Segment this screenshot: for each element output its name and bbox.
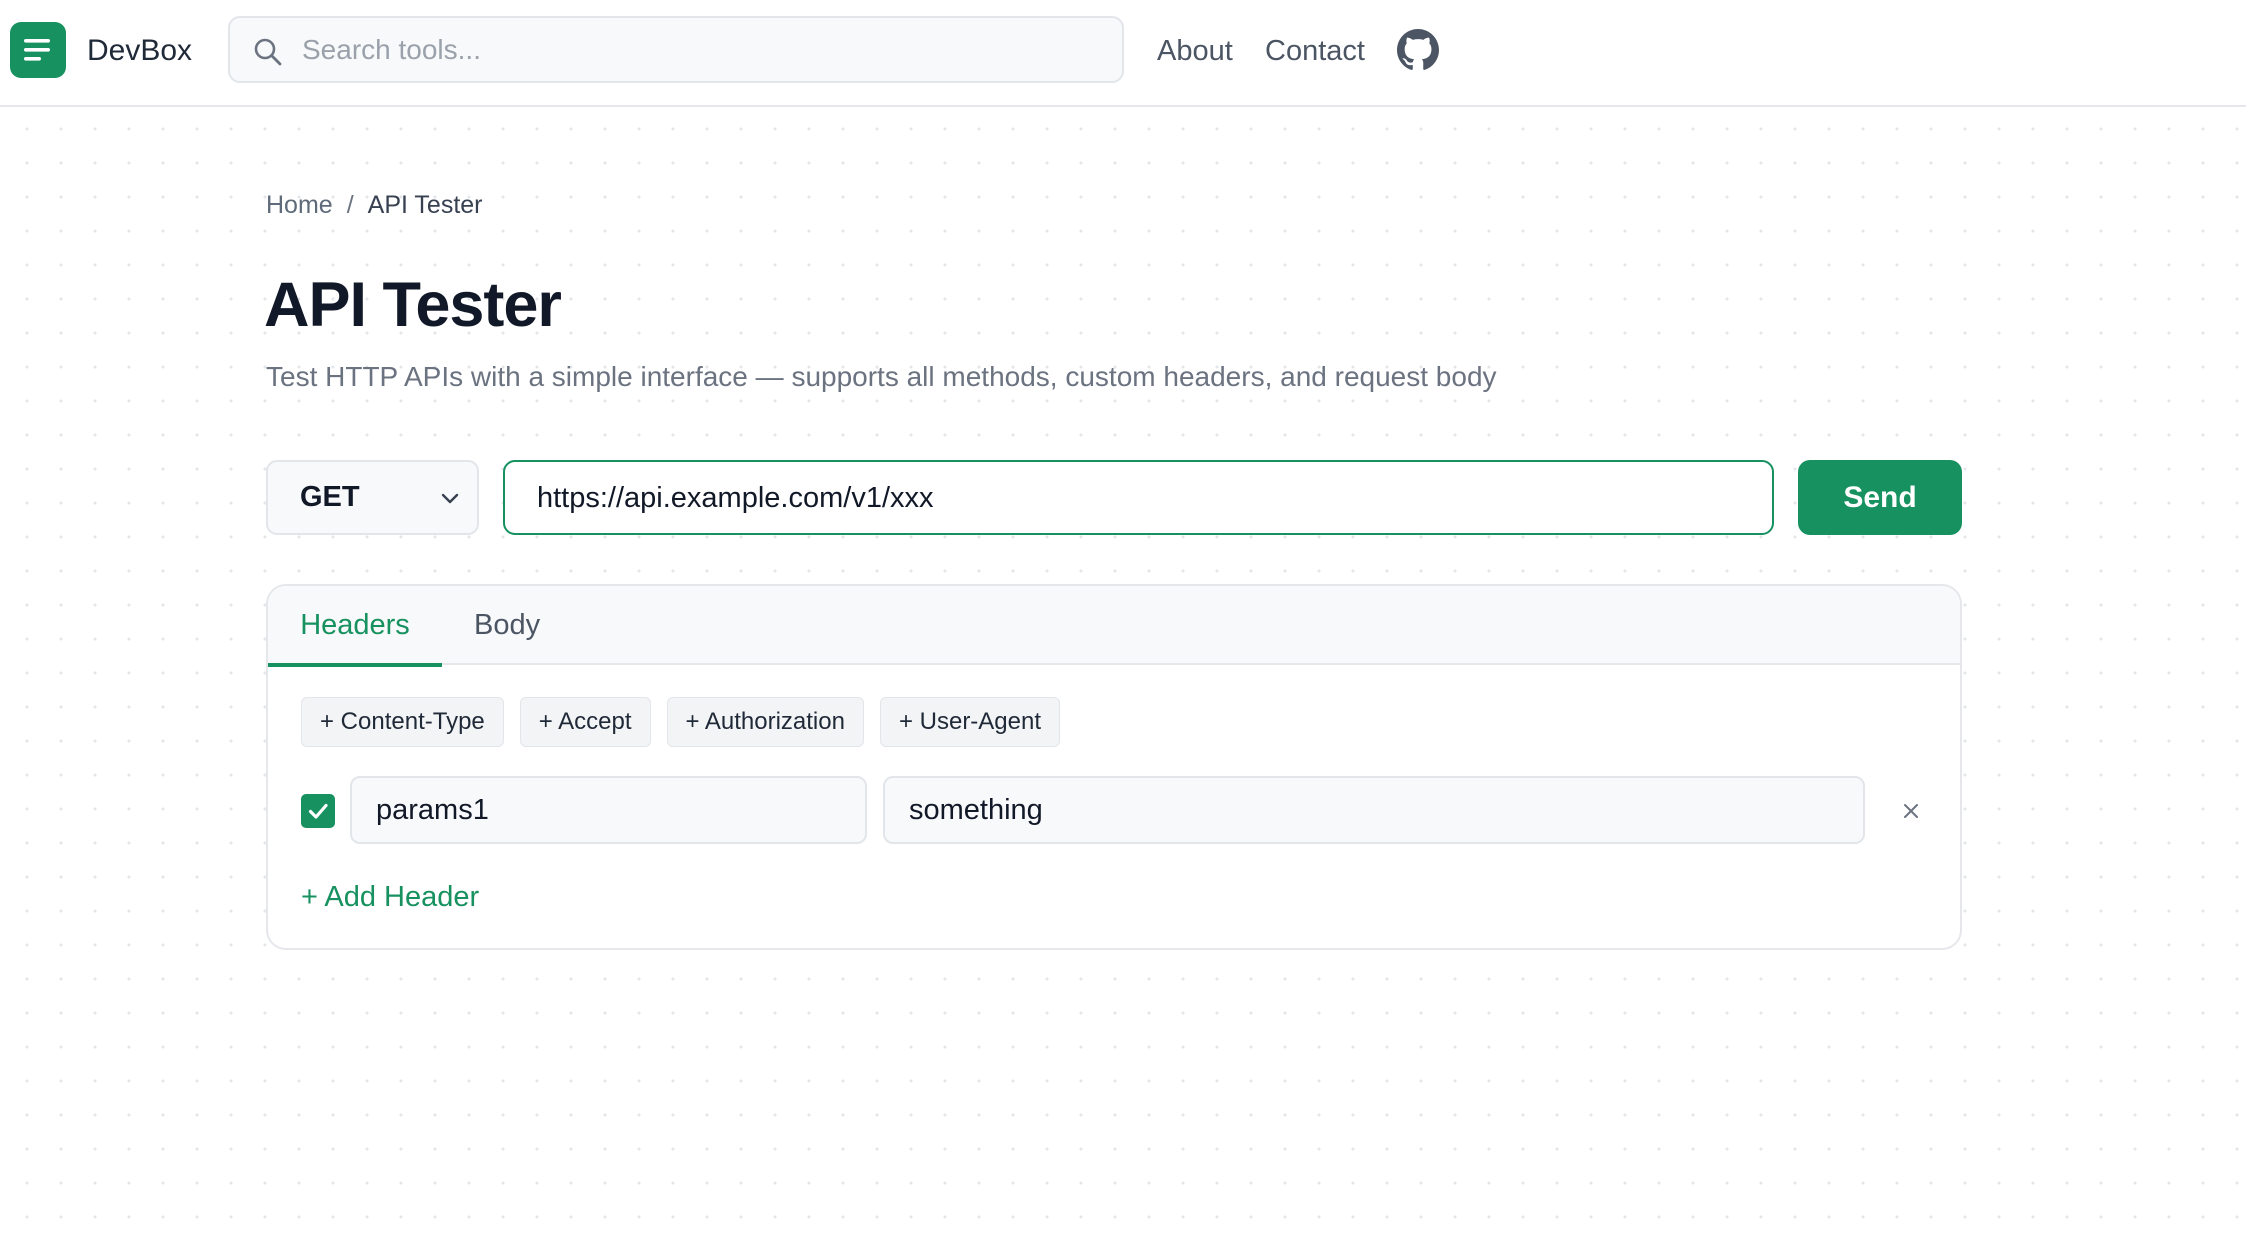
close-icon bbox=[1904, 804, 1918, 818]
header-presets: + Content-Type + Accept + Authorization … bbox=[301, 697, 1061, 747]
breadcrumb-separator: / bbox=[346, 191, 354, 219]
nav-link-contact[interactable]: Contact bbox=[1265, 31, 1365, 71]
brand-name[interactable]: DevBox bbox=[87, 31, 192, 71]
send-button[interactable]: Send bbox=[1798, 460, 1962, 535]
header-enabled-checkbox[interactable] bbox=[301, 794, 335, 828]
breadcrumb-current: API Tester bbox=[367, 191, 483, 219]
header-key-field[interactable] bbox=[350, 776, 867, 844]
preset-authorization-button[interactable]: + Authorization bbox=[666, 697, 864, 747]
method-select[interactable]: GET bbox=[266, 460, 479, 535]
search-icon bbox=[254, 38, 282, 66]
header-value-field[interactable] bbox=[883, 776, 1865, 844]
page-subtitle: Test HTTP APIs with a simple interface —… bbox=[266, 361, 1497, 392]
search-input[interactable] bbox=[302, 28, 1102, 72]
tab-body[interactable]: Body bbox=[474, 586, 574, 665]
preset-content-type-button[interactable]: + Content-Type bbox=[301, 697, 504, 747]
header-row bbox=[268, 776, 1960, 844]
breadcrumb-home-link[interactable]: Home bbox=[266, 188, 333, 222]
request-options-card: Headers Body + Content-Type + Accept + A… bbox=[266, 584, 1962, 950]
preset-user-agent-button[interactable]: + User-Agent bbox=[879, 697, 1061, 747]
nav-link-about[interactable]: About bbox=[1157, 31, 1233, 71]
remove-header-button[interactable] bbox=[1896, 796, 1926, 826]
top-navigation-bar: DevBox About Contact bbox=[0, 0, 2246, 107]
logo[interactable] bbox=[10, 22, 66, 78]
tab-bar: Headers Body bbox=[268, 586, 1960, 667]
chevron-down-icon bbox=[441, 493, 459, 504]
tab-headers[interactable]: Headers bbox=[268, 586, 442, 667]
preset-accept-button[interactable]: + Accept bbox=[519, 697, 651, 747]
breadcrumb: Home / API Tester bbox=[266, 188, 483, 222]
search-box[interactable] bbox=[228, 16, 1124, 83]
url-field[interactable] bbox=[503, 460, 1774, 535]
checkmark-icon bbox=[308, 803, 328, 819]
github-icon[interactable] bbox=[1397, 29, 1439, 71]
header-value-input[interactable] bbox=[909, 789, 1790, 831]
menu-lines-icon bbox=[24, 39, 50, 61]
url-input[interactable] bbox=[537, 476, 1737, 520]
method-value: GET bbox=[300, 481, 360, 513]
header-key-input[interactable] bbox=[376, 789, 838, 831]
add-header-button[interactable]: + Add Header bbox=[301, 877, 479, 917]
page-title: API Tester bbox=[264, 270, 562, 340]
